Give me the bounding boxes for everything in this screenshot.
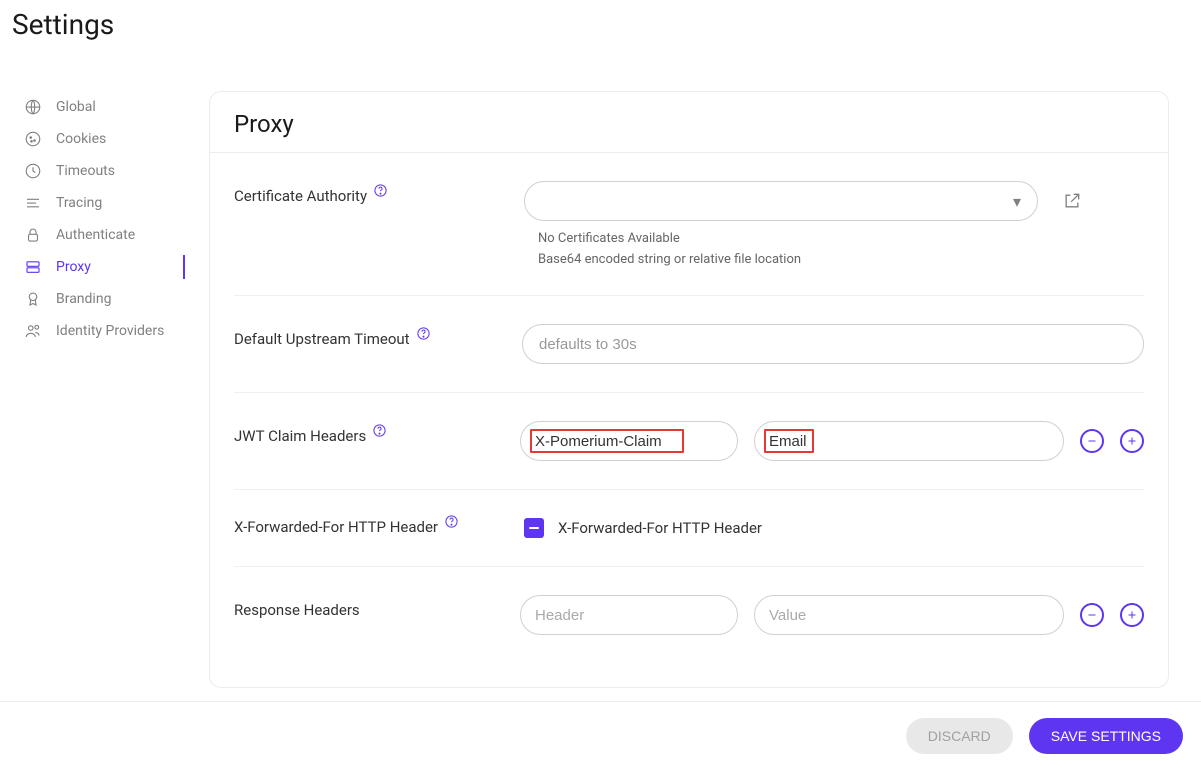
sidebar-item-authenticate[interactable]: Authenticate	[24, 219, 185, 251]
xff-checkbox-label: X-Forwarded-For HTTP Header	[558, 519, 762, 537]
field-response-headers: Response Headers	[234, 567, 1144, 663]
sidebar-item-label: Tracing	[56, 195, 102, 211]
add-row-button[interactable]	[1120, 429, 1144, 453]
server-icon	[24, 258, 42, 276]
sidebar-item-identity-providers[interactable]: Identity Providers	[24, 315, 185, 347]
add-row-button[interactable]	[1120, 603, 1144, 627]
xff-checkbox[interactable]	[524, 518, 544, 538]
upstream-timeout-input[interactable]	[522, 324, 1144, 364]
sidebar-item-label: Global	[56, 99, 96, 115]
sidebar-item-branding[interactable]: Branding	[24, 283, 185, 315]
response-header-value-input[interactable]	[754, 595, 1064, 635]
sidebar-item-cookies[interactable]: Cookies	[24, 123, 185, 155]
save-settings-button[interactable]: SAVE SETTINGS	[1029, 718, 1183, 754]
award-icon	[24, 290, 42, 308]
jwt-header-name-input[interactable]	[520, 421, 738, 461]
field-label: Default Upstream Timeout	[234, 330, 410, 348]
footer-actions: DISCARD SAVE SETTINGS	[0, 701, 1201, 770]
field-label: JWT Claim Headers	[234, 427, 366, 445]
remove-row-button[interactable]	[1080, 429, 1104, 453]
globe-icon	[24, 98, 42, 116]
sidebar-item-tracing[interactable]: Tracing	[24, 187, 185, 219]
field-label: Response Headers	[234, 601, 360, 619]
sidebar-item-label: Proxy	[56, 259, 91, 275]
clock-icon	[24, 162, 42, 180]
proxy-settings-panel: Proxy Certificate Authority ▾	[209, 91, 1169, 688]
no-certificates-text: No Certificates Available	[524, 231, 1144, 246]
help-icon[interactable]	[416, 326, 431, 341]
chevron-down-icon: ▾	[1013, 192, 1021, 211]
jwt-claim-value-input[interactable]	[754, 421, 1064, 461]
settings-sidebar: Global Cookies Timeouts Tracing Authenti	[0, 91, 185, 688]
sidebar-item-label: Identity Providers	[56, 323, 164, 339]
remove-row-button[interactable]	[1080, 603, 1104, 627]
response-header-name-input[interactable]	[520, 595, 738, 635]
users-icon	[24, 322, 42, 340]
discard-button[interactable]: DISCARD	[906, 718, 1013, 754]
field-label: Certificate Authority	[234, 187, 367, 205]
lines-icon	[24, 194, 42, 212]
page-title: Settings	[0, 0, 1201, 41]
help-icon[interactable]	[372, 423, 387, 438]
cookie-icon	[24, 130, 42, 148]
sidebar-item-label: Branding	[56, 291, 111, 307]
field-xff-header: X-Forwarded-For HTTP Header X-Forwarded-…	[234, 490, 1144, 567]
cert-authority-hint: Base64 encoded string or relative file l…	[524, 252, 1144, 267]
help-icon[interactable]	[444, 514, 459, 529]
panel-title: Proxy	[234, 110, 1144, 138]
sidebar-item-timeouts[interactable]: Timeouts	[24, 155, 185, 187]
certificate-authority-select[interactable]: ▾	[524, 181, 1038, 221]
field-upstream-timeout: Default Upstream Timeout	[234, 296, 1144, 393]
lock-icon	[24, 226, 42, 244]
sidebar-item-global[interactable]: Global	[24, 91, 185, 123]
help-icon[interactable]	[373, 183, 388, 198]
sidebar-item-label: Cookies	[56, 131, 106, 147]
sidebar-item-label: Timeouts	[56, 163, 115, 179]
sidebar-item-label: Authenticate	[56, 227, 135, 243]
field-label: X-Forwarded-For HTTP Header	[234, 518, 438, 536]
sidebar-item-proxy[interactable]: Proxy	[24, 251, 185, 283]
field-jwt-claim-headers: JWT Claim Headers	[234, 393, 1144, 490]
field-certificate-authority: Certificate Authority ▾	[234, 153, 1144, 296]
open-external-icon[interactable]	[1062, 191, 1082, 211]
